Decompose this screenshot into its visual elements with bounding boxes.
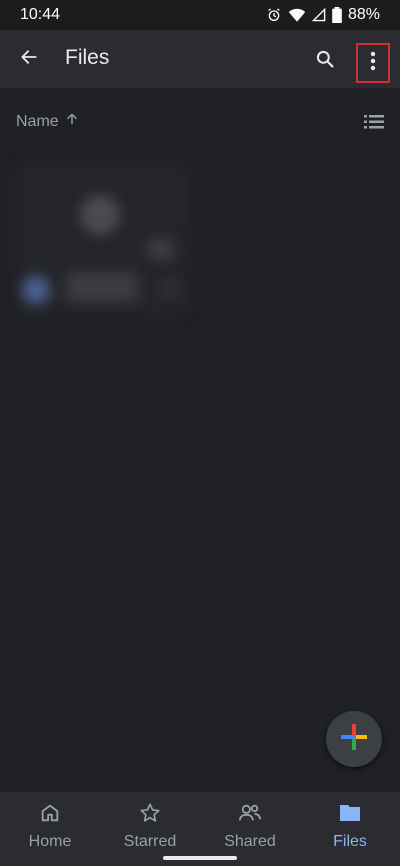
nav-files-label: Files [333, 833, 367, 850]
nav-starred[interactable]: Starred [100, 792, 200, 866]
more-vertical-icon [370, 51, 376, 76]
file-name-blur [66, 272, 138, 302]
search-icon [315, 49, 335, 74]
arrow-back-icon [19, 47, 39, 72]
app-bar: Files [0, 30, 400, 88]
view-toggle-button[interactable] [362, 114, 386, 134]
file-thumbnail-blur [80, 195, 120, 235]
file-badge-blur [148, 238, 174, 260]
search-button[interactable] [310, 46, 340, 76]
battery-percentage: 88% [347, 6, 380, 23]
home-icon [39, 802, 61, 829]
battery-icon [332, 7, 342, 23]
nav-home[interactable]: Home [0, 792, 100, 866]
list-view-icon [364, 114, 384, 135]
nav-shared-label: Shared [224, 833, 276, 850]
status-time: 10:44 [20, 6, 61, 23]
nav-shared[interactable]: Shared [200, 792, 300, 866]
new-button[interactable] [326, 711, 382, 767]
sort-label: Name [16, 112, 59, 130]
nav-home-label: Home [28, 833, 72, 850]
home-indicator[interactable] [163, 856, 237, 860]
file-more-icon [160, 280, 178, 296]
sort-by-name-button[interactable]: Name [16, 112, 79, 131]
sort-row: Name [0, 108, 400, 138]
star-icon [139, 802, 161, 829]
page-title: Files [65, 46, 110, 69]
nav-files[interactable]: Files [300, 792, 400, 866]
google-plus-icon [341, 723, 367, 755]
signal-icon [311, 7, 326, 23]
more-options-button[interactable] [356, 43, 390, 83]
nav-starred-label: Starred [123, 833, 177, 850]
wifi-icon [288, 7, 306, 23]
alarm-icon [266, 7, 282, 23]
back-button[interactable] [14, 44, 44, 74]
shared-icon [238, 802, 262, 829]
screen: 10:44 88% Files Name Home Starred Shared… [0, 0, 400, 866]
bottom-navigation: Home Starred Shared Files [0, 792, 400, 866]
arrow-up-icon [65, 112, 79, 131]
status-bar: 10:44 88% [0, 0, 400, 30]
folder-icon [338, 802, 362, 829]
file-type-icon [22, 276, 50, 304]
status-icons: 88% [266, 6, 380, 24]
